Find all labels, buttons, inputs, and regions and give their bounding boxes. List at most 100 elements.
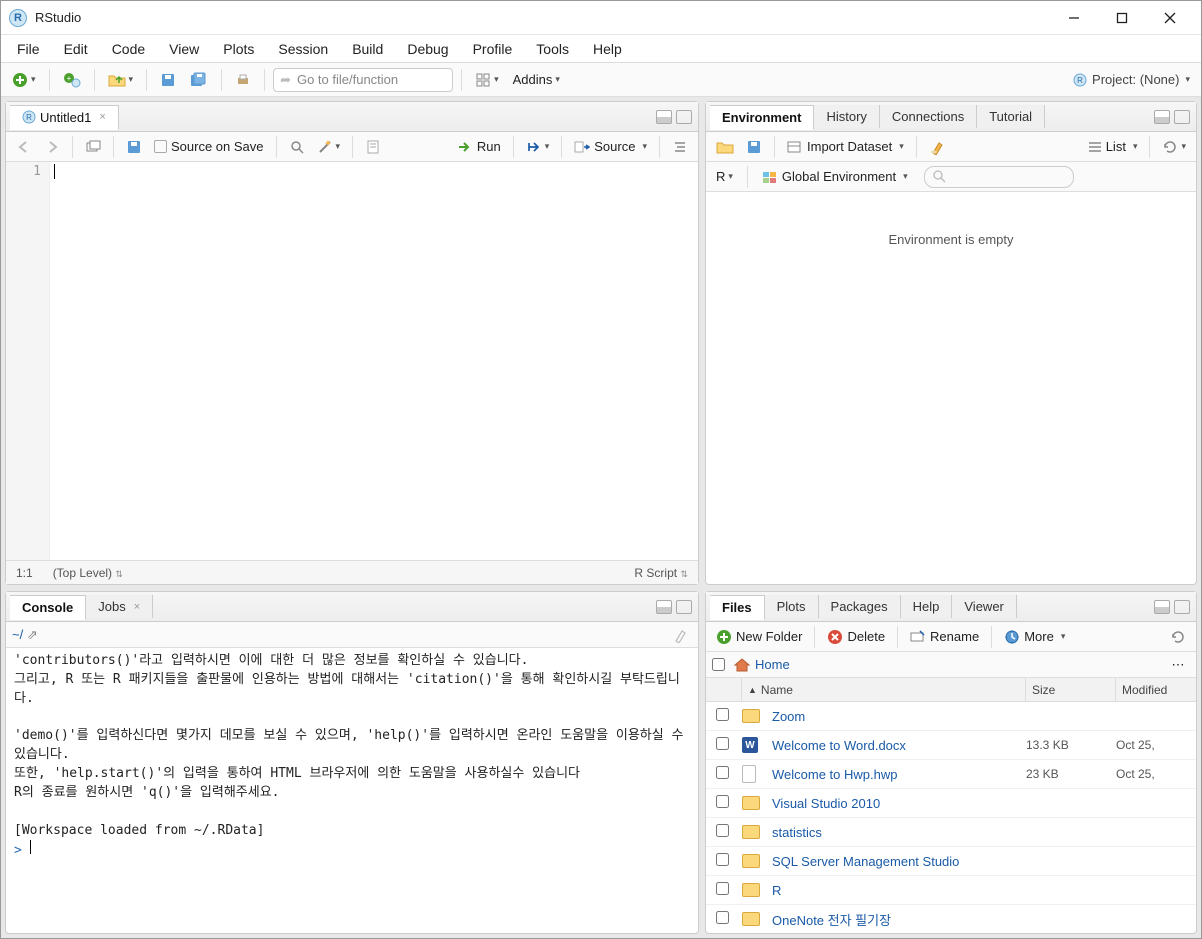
clear-workspace-button[interactable]: [925, 135, 949, 159]
save-source-button[interactable]: [122, 135, 146, 159]
notebook-button[interactable]: [361, 135, 385, 159]
tab-environment[interactable]: Environment: [710, 105, 814, 130]
new-project-button[interactable]: +: [58, 67, 86, 93]
file-type-indicator[interactable]: R Script ⇅: [634, 566, 688, 580]
wand-button[interactable]: [313, 135, 345, 159]
minimize-pane-icon[interactable]: [1154, 600, 1170, 614]
more-button[interactable]: More: [1000, 625, 1069, 649]
file-checkbox[interactable]: [716, 882, 729, 895]
close-button[interactable]: [1147, 3, 1193, 33]
file-row[interactable]: Visual Studio 2010: [706, 789, 1196, 818]
find-button[interactable]: [285, 135, 309, 159]
close-tab-icon[interactable]: ×: [134, 601, 140, 613]
tab-history[interactable]: History: [814, 105, 879, 128]
tab-packages[interactable]: Packages: [819, 595, 901, 618]
delete-button[interactable]: Delete: [823, 625, 889, 649]
tab-jobs[interactable]: Jobs×: [86, 595, 153, 618]
tab-console[interactable]: Console: [10, 595, 86, 620]
code-editor[interactable]: 1: [6, 162, 698, 560]
run-button[interactable]: Run: [453, 135, 505, 159]
menu-debug[interactable]: Debug: [397, 38, 458, 60]
env-search-input[interactable]: [924, 166, 1074, 188]
nav-back-button[interactable]: [12, 135, 36, 159]
file-row[interactable]: Welcome to Hwp.hwp23 KBOct 25,: [706, 760, 1196, 789]
print-button[interactable]: [230, 67, 256, 93]
global-env-button[interactable]: Global Environment: [758, 165, 912, 189]
menu-file[interactable]: File: [7, 38, 50, 60]
scope-indicator[interactable]: (Top Level) ⇅: [53, 566, 123, 580]
project-menu[interactable]: R Project: (None) ▾: [1067, 67, 1195, 93]
home-icon[interactable]: [733, 657, 751, 673]
maximize-pane-icon[interactable]: [1174, 600, 1190, 614]
grid-view-button[interactable]: [470, 67, 504, 93]
rename-button[interactable]: Rename: [906, 625, 983, 649]
close-tab-icon[interactable]: ×: [99, 111, 105, 123]
minimize-button[interactable]: [1051, 3, 1097, 33]
load-workspace-button[interactable]: [712, 135, 738, 159]
clear-console-button[interactable]: [668, 623, 692, 647]
file-name[interactable]: OneNote 전자 필기장: [772, 910, 1026, 929]
col-name[interactable]: ▲ Name: [742, 678, 1026, 701]
file-name[interactable]: Zoom: [772, 709, 1026, 724]
goto-file-input[interactable]: ➦ Go to file/function: [273, 68, 453, 92]
save-button[interactable]: [155, 67, 181, 93]
show-in-new-window-button[interactable]: [81, 135, 105, 159]
list-view-button[interactable]: List: [1084, 135, 1142, 159]
new-file-button[interactable]: [7, 67, 41, 93]
tab-plots[interactable]: Plots: [765, 595, 819, 618]
open-file-button[interactable]: [103, 67, 139, 93]
file-name[interactable]: Visual Studio 2010: [772, 796, 1026, 811]
file-checkbox[interactable]: [716, 824, 729, 837]
file-checkbox[interactable]: [716, 708, 729, 721]
file-name[interactable]: R: [772, 883, 1026, 898]
source-script-button[interactable]: Source: [570, 135, 651, 159]
file-row[interactable]: OneNote 전자 필기장: [706, 905, 1196, 933]
source-tab[interactable]: R Untitled1 ×: [10, 105, 119, 130]
refresh-files-button[interactable]: [1166, 625, 1190, 649]
file-checkbox[interactable]: [716, 795, 729, 808]
outline-button[interactable]: [668, 135, 692, 159]
file-row[interactable]: Zoom: [706, 702, 1196, 731]
maximize-pane-icon[interactable]: [676, 600, 692, 614]
save-all-button[interactable]: [185, 67, 213, 93]
menu-help[interactable]: Help: [583, 38, 632, 60]
file-row[interactable]: WWelcome to Word.docx13.3 KBOct 25,: [706, 731, 1196, 760]
file-checkbox[interactable]: [716, 853, 729, 866]
menu-code[interactable]: Code: [102, 38, 155, 60]
minimize-pane-icon[interactable]: [656, 110, 672, 124]
minimize-pane-icon[interactable]: [656, 600, 672, 614]
menu-tools[interactable]: Tools: [526, 38, 579, 60]
maximize-button[interactable]: [1099, 3, 1145, 33]
file-name[interactable]: Welcome to Word.docx: [772, 738, 1026, 753]
menu-edit[interactable]: Edit: [54, 38, 98, 60]
file-name[interactable]: Welcome to Hwp.hwp: [772, 767, 1026, 782]
console-output[interactable]: 'contributors()'라고 입력하시면 이에 대한 더 많은 정보를 …: [6, 648, 698, 933]
menu-view[interactable]: View: [159, 38, 209, 60]
menu-build[interactable]: Build: [342, 38, 393, 60]
file-row[interactable]: SQL Server Management Studio: [706, 847, 1196, 876]
file-name[interactable]: SQL Server Management Studio: [772, 854, 1026, 869]
minimize-pane-icon[interactable]: [1154, 110, 1170, 124]
menu-profile[interactable]: Profile: [463, 38, 523, 60]
nav-forward-button[interactable]: [40, 135, 64, 159]
file-checkbox[interactable]: [716, 911, 729, 924]
rerun-button[interactable]: [522, 135, 554, 159]
browse-path-button[interactable]: ⋯: [1166, 653, 1190, 677]
menu-session[interactable]: Session: [268, 38, 338, 60]
tab-files[interactable]: Files: [710, 595, 765, 620]
file-row[interactable]: R: [706, 876, 1196, 905]
r-version-button[interactable]: R: [712, 165, 737, 189]
refresh-env-button[interactable]: [1158, 135, 1190, 159]
col-modified[interactable]: Modified: [1116, 678, 1196, 701]
addins-button[interactable]: Addins: [508, 67, 565, 93]
col-size[interactable]: Size: [1026, 678, 1116, 701]
tab-viewer[interactable]: Viewer: [952, 595, 1017, 618]
tab-tutorial[interactable]: Tutorial: [977, 105, 1045, 128]
tab-help[interactable]: Help: [901, 595, 953, 618]
home-link[interactable]: Home: [755, 657, 790, 672]
new-folder-button[interactable]: New Folder: [712, 625, 806, 649]
select-all-checkbox[interactable]: [712, 658, 725, 671]
file-checkbox[interactable]: [716, 737, 729, 750]
file-row[interactable]: statistics: [706, 818, 1196, 847]
maximize-pane-icon[interactable]: [676, 110, 692, 124]
